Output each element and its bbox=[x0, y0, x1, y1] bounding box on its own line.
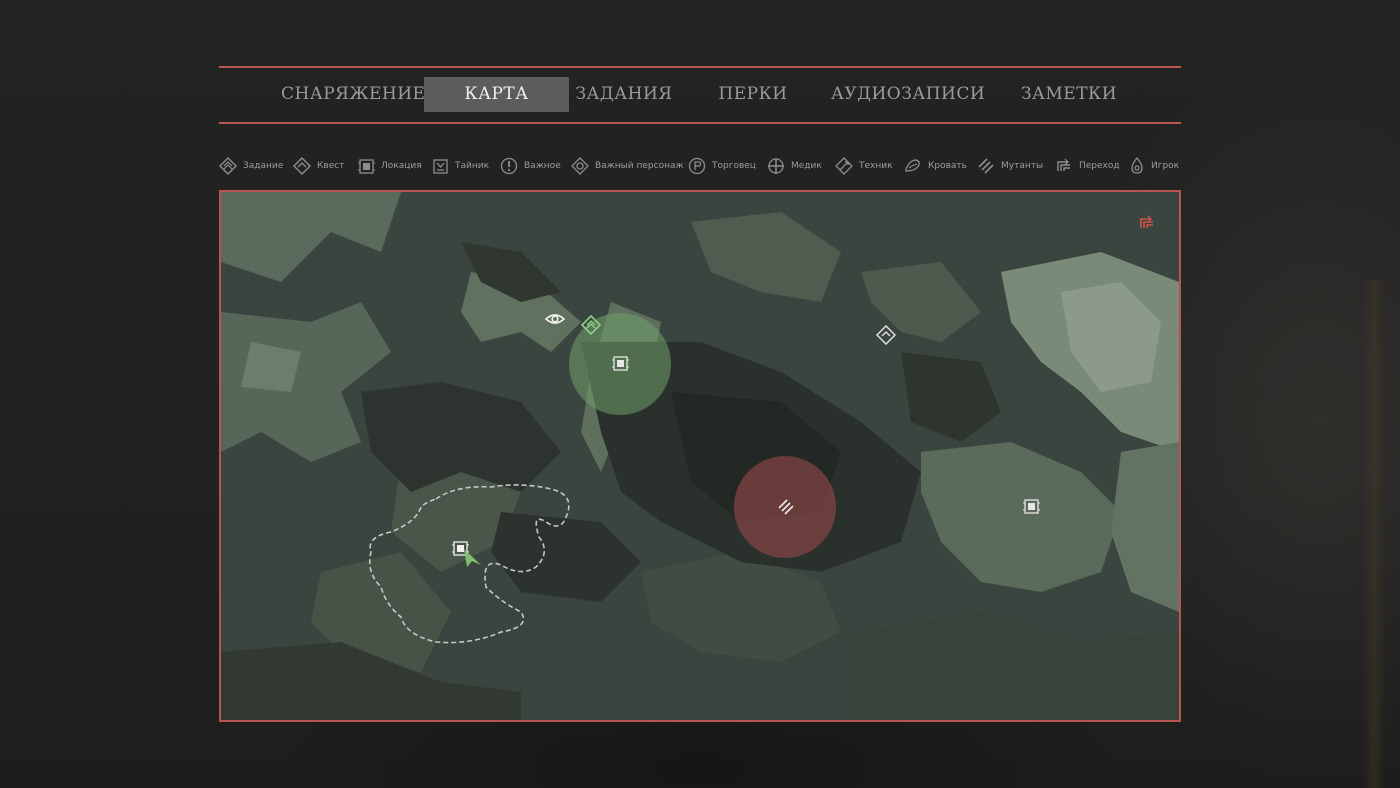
transition-map-icon[interactable] bbox=[1138, 214, 1156, 232]
bed-icon bbox=[905, 159, 920, 172]
technician-icon bbox=[835, 157, 853, 175]
mutants-icon bbox=[978, 158, 994, 174]
tab-map[interactable]: КАРТА bbox=[424, 77, 569, 112]
quest-icon bbox=[293, 157, 311, 175]
important-character-map-icon[interactable] bbox=[544, 310, 566, 328]
background-tree bbox=[1362, 280, 1386, 788]
tab-bar: СНАРЯЖЕНИЕ КАРТА ЗАДАНИЯ ПЕРКИ АУДИОЗАПИ… bbox=[219, 66, 1181, 124]
legend-item-transition[interactable]: Переход bbox=[1055, 153, 1120, 179]
transition-icon bbox=[1057, 158, 1070, 171]
important-character-icon bbox=[571, 157, 589, 175]
location-map-icon-east[interactable] bbox=[1023, 498, 1040, 515]
legend-label: Мутанты bbox=[1001, 161, 1044, 171]
legend-item-player[interactable]: Игрок bbox=[1129, 153, 1179, 179]
legend-item-medic[interactable]: Медик bbox=[767, 153, 822, 179]
tab-bar-top-line bbox=[219, 66, 1181, 68]
legend-label: Квест bbox=[317, 161, 345, 171]
legend-label: Важный персонаж bbox=[595, 161, 684, 171]
tab-notes[interactable]: ЗАМЕТКИ bbox=[1019, 77, 1119, 112]
legend-item-bed[interactable]: Кровать bbox=[904, 153, 967, 179]
legend-label: Техник bbox=[859, 161, 893, 171]
trader-icon bbox=[688, 157, 706, 175]
legend-label: Игрок bbox=[1151, 161, 1180, 171]
legend-label: Медик bbox=[791, 161, 822, 171]
legend-label: Торговец bbox=[712, 161, 756, 171]
legend-item-technician[interactable]: Техник bbox=[835, 153, 893, 179]
task-icon bbox=[219, 157, 237, 175]
tab-equipment[interactable]: СНАРЯЖЕНИЕ bbox=[281, 77, 425, 112]
legend-item-quest[interactable]: Квест bbox=[293, 153, 344, 179]
legend-item-mutants[interactable]: Мутанты bbox=[977, 153, 1043, 179]
tab-audio-logs[interactable]: АУДИОЗАПИСИ bbox=[831, 77, 985, 112]
task-map-icon[interactable] bbox=[581, 315, 601, 335]
quest-map-icon[interactable] bbox=[876, 325, 896, 345]
location-icon bbox=[358, 158, 375, 174]
legend-label: Тайник bbox=[455, 161, 490, 171]
tab-perks[interactable]: ПЕРКИ bbox=[705, 77, 801, 112]
legend-label: Важное bbox=[524, 161, 561, 171]
tab-bar-bottom-line bbox=[219, 122, 1181, 124]
legend-item-important-character[interactable]: Важный персонаж bbox=[571, 153, 684, 179]
legend-item-stash[interactable]: Тайник bbox=[432, 153, 489, 179]
map-legend: Задание Квест Локация Тайник Важное Важн… bbox=[219, 153, 1181, 179]
stash-icon bbox=[433, 158, 448, 174]
legend-label: Задание bbox=[243, 161, 284, 171]
legend-label: Локация bbox=[381, 161, 422, 171]
legend-label: Переход bbox=[1079, 161, 1120, 171]
legend-item-important[interactable]: Важное bbox=[500, 153, 561, 179]
important-icon bbox=[500, 157, 518, 175]
mutants-map-icon[interactable] bbox=[776, 497, 796, 517]
legend-item-trader[interactable]: Торговец bbox=[688, 153, 756, 179]
player-arrow-icon bbox=[464, 549, 481, 567]
legend-item-task[interactable]: Задание bbox=[219, 153, 283, 179]
legend-label: Кровать bbox=[928, 161, 967, 171]
world-map[interactable] bbox=[219, 190, 1181, 722]
location-map-icon-green-zone[interactable] bbox=[612, 355, 629, 372]
legend-item-location[interactable]: Локация bbox=[358, 153, 422, 179]
medic-icon bbox=[768, 158, 784, 174]
player-icon bbox=[1131, 157, 1143, 174]
tab-tasks[interactable]: ЗАДАНИЯ bbox=[569, 77, 679, 112]
